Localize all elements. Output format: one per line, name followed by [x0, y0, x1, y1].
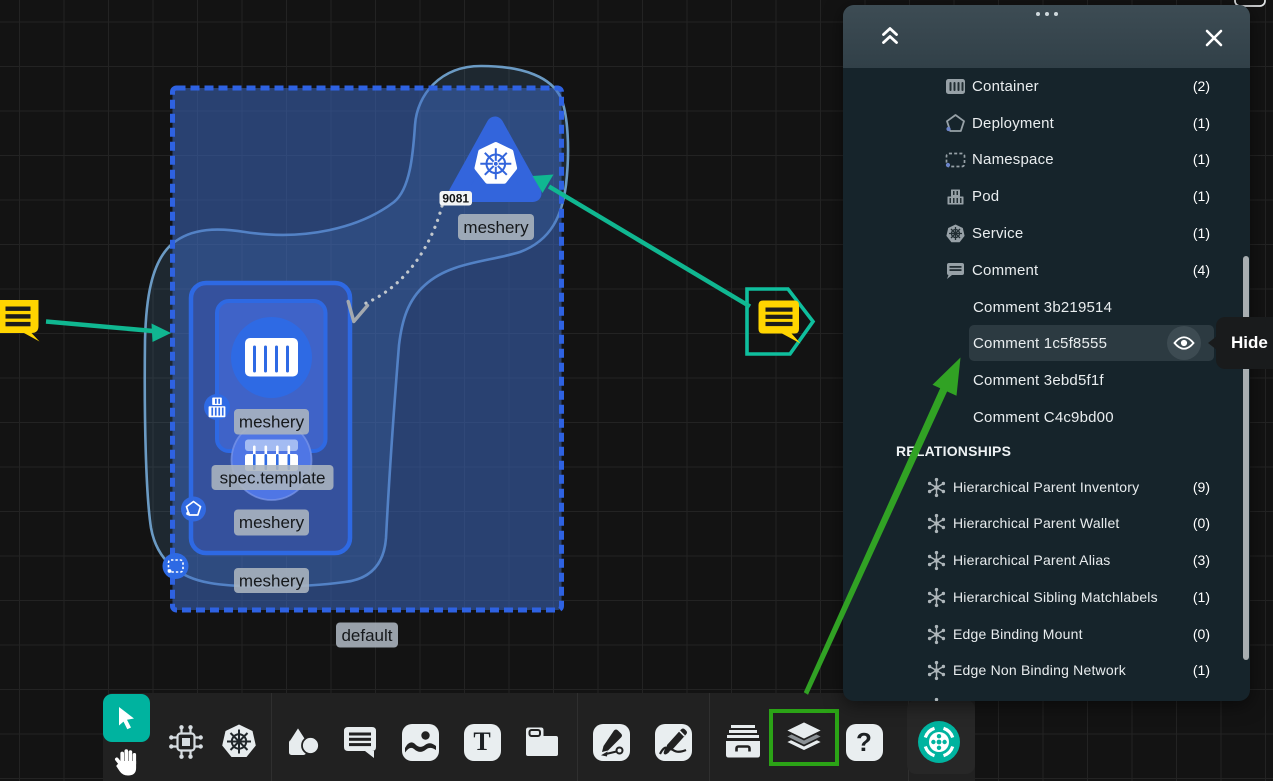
relationship-icon — [926, 513, 947, 534]
meshery-chat-button[interactable] — [917, 720, 961, 764]
pod-icon — [945, 186, 966, 207]
visibility-toggle[interactable] — [1167, 326, 1201, 360]
signature-tool-button[interactable] — [651, 720, 695, 764]
relationship-row[interactable]: Hierarchical Sibling Matchlabels (1) — [843, 579, 1250, 615]
toolbar-divider — [577, 693, 578, 781]
signature-icon — [655, 724, 692, 761]
kubernetes-tool-button[interactable] — [217, 720, 261, 764]
comment-icon — [945, 260, 966, 281]
shapes-icon — [285, 724, 321, 760]
drawer-tool-button[interactable] — [721, 720, 765, 764]
namespace-icon — [945, 149, 966, 170]
hide-tooltip: Hide — [1216, 317, 1273, 369]
relationship-row[interactable]: Hierarchical Parent Inventory (9) — [843, 469, 1250, 505]
eye-icon — [1173, 335, 1195, 351]
relationship-icon — [926, 477, 947, 498]
svg-text:meshery: meshery — [239, 413, 305, 432]
relationship-icon — [926, 587, 947, 608]
namespace-badge — [163, 553, 189, 579]
deployment-icon — [945, 113, 966, 134]
cursor-icon — [115, 705, 139, 731]
pod-label: meshery — [234, 510, 309, 536]
panel-row-container[interactable]: Container (2) — [843, 68, 1250, 104]
relationship-icon — [926, 697, 947, 702]
meshery-logo-icon — [917, 720, 961, 764]
svg-text:9081: 9081 — [442, 192, 469, 206]
help-button[interactable]: ? — [842, 720, 886, 764]
panel-row-service[interactable]: Service (1) — [843, 215, 1250, 251]
svg-text:spec.template: spec.template — [220, 469, 326, 488]
pod-badge — [204, 394, 230, 420]
image-icon — [402, 724, 439, 761]
relationship-icon — [926, 660, 947, 681]
service-icon — [945, 223, 966, 244]
svg-text:meshery: meshery — [463, 218, 529, 237]
comment-annotation-left[interactable] — [0, 300, 40, 342]
note-tool-button[interactable] — [520, 720, 564, 764]
relationship-row[interactable]: Edge Non Binding Network (1) — [843, 652, 1250, 688]
relationships-header: RELATIONSHIPS — [896, 433, 1236, 469]
comment-item[interactable]: Comment 3ebd5f1f — [843, 362, 1250, 398]
relationship-row[interactable]: Edge Binding Mount (0) — [843, 616, 1250, 652]
relationship-row[interactable]: Hierarchical Parent Alias (3) — [843, 542, 1250, 578]
layers-icon — [782, 717, 826, 759]
panel-row-pod[interactable]: Pod (1) — [843, 178, 1250, 214]
text-tool-glyph: T — [473, 729, 490, 755]
arrow-right — [533, 175, 751, 307]
comment-item[interactable]: Comment C4c9bd00 — [843, 399, 1250, 435]
comment-annotation-right[interactable] — [747, 289, 813, 354]
spec-template-label: spec.template — [212, 465, 334, 490]
container-node[interactable] — [231, 317, 312, 398]
svg-text:default: default — [341, 626, 392, 645]
collapse-icon[interactable] — [877, 25, 903, 47]
comment-tool-button[interactable] — [338, 720, 382, 764]
select-tool-button[interactable] — [103, 694, 150, 742]
relationship-row[interactable]: Hierarchical Parent Wallet (0) — [843, 505, 1250, 541]
help-glyph: ? — [856, 729, 872, 755]
bottom-toolbar: T — [103, 693, 975, 781]
component-icon — [166, 722, 206, 762]
elements-panel: Container (2) Deployment (1) Namespace (… — [843, 5, 1250, 701]
kubernetes-logo-icon — [477, 145, 515, 182]
pen-icon — [593, 724, 630, 761]
drawer-icon — [723, 722, 763, 762]
close-icon[interactable] — [1204, 28, 1224, 48]
container-icon — [945, 76, 966, 97]
relationship-row-partial[interactable] — [843, 689, 1250, 701]
kanvas-app: 9081 meshery meshery spec.template meshe… — [0, 0, 1273, 781]
panel-row-comment[interactable]: Comment (4) — [843, 252, 1250, 288]
toolbar-divider — [709, 693, 710, 781]
pan-tool-button[interactable] — [103, 743, 150, 781]
image-tool-button[interactable] — [398, 720, 442, 764]
svg-text:meshery: meshery — [239, 572, 305, 591]
svg-text:meshery: meshery — [239, 513, 305, 532]
panel-row-namespace[interactable]: Namespace (1) — [843, 141, 1250, 177]
relationship-icon — [926, 550, 947, 571]
toolbar-divider — [271, 693, 272, 781]
deployment-badge — [181, 497, 206, 522]
layers-tool-button-active[interactable] — [769, 709, 839, 766]
relationship-icon — [926, 624, 947, 645]
hand-icon — [113, 748, 140, 777]
text-tool-button[interactable]: T — [460, 720, 504, 764]
port-label: 9081 — [440, 191, 473, 206]
shapes-tool-button[interactable] — [281, 720, 325, 764]
namespace-label: default — [336, 623, 398, 648]
panel-row-deployment[interactable]: Deployment (1) — [843, 105, 1250, 141]
kubernetes-icon — [219, 722, 259, 762]
comment-item[interactable]: Comment 3b219514 — [843, 289, 1250, 325]
deployment-label: meshery — [234, 568, 309, 593]
container-label: meshery — [234, 409, 309, 435]
pen-tool-button[interactable] — [589, 720, 633, 764]
note-icon — [523, 723, 561, 761]
comment-tool-icon — [341, 723, 379, 761]
component-tool-button[interactable] — [164, 720, 208, 764]
service-label: meshery — [458, 214, 534, 240]
drag-handle-icon[interactable] — [843, 12, 1250, 16]
panel-header[interactable] — [843, 5, 1250, 68]
